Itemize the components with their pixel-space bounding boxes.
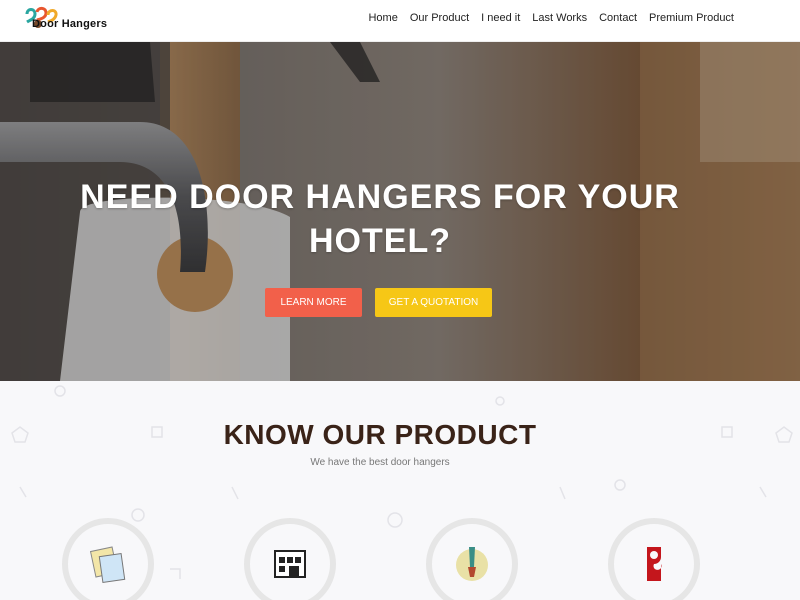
logo[interactable]: Door Hangers (24, 6, 134, 36)
nav-item-i-need-it[interactable]: I need it (481, 12, 520, 24)
main-nav: Home Our Product I need it Last Works Co… (368, 12, 734, 24)
section-subtitle: We have the best door hangers (310, 457, 450, 468)
hero-banner: NEED DOOR HANGERS FOR YOUR HOTEL? LEARN … (0, 42, 800, 381)
nav-item-premium-product[interactable]: Premium Product (649, 12, 734, 24)
product-feature-1[interactable] (62, 518, 154, 600)
know-our-product-section: KNOW OUR PRODUCT We have the best door h… (0, 381, 800, 600)
nav-item-home[interactable]: Home (368, 12, 397, 24)
blueprint-icon (274, 550, 306, 578)
hero-title: NEED DOOR HANGERS FOR YOUR HOTEL? (0, 175, 760, 263)
product-feature-4[interactable] (608, 518, 700, 600)
navbar: Door Hangers Home Our Product I need it … (0, 0, 800, 42)
door-hanger-icon (647, 547, 662, 581)
documents-icon (89, 546, 126, 583)
section-title: KNOW OUR PRODUCT (223, 419, 537, 450)
product-feature-2[interactable] (244, 518, 336, 600)
nav-item-last-works[interactable]: Last Works (532, 12, 587, 24)
nav-item-our-product[interactable]: Our Product (410, 12, 469, 24)
hero-title-line-1: NEED DOOR HANGERS FOR YOUR (80, 178, 680, 216)
get-quotation-button[interactable]: GET A QUOTATION (375, 288, 492, 317)
nav-item-contact[interactable]: Contact (599, 12, 637, 24)
learn-more-button[interactable]: LEARN MORE (265, 288, 362, 317)
logo-text: Door Hangers (32, 18, 108, 30)
product-feature-3[interactable] (426, 518, 518, 600)
paintbrush-icon (456, 547, 488, 581)
hero-title-line-2: HOTEL? (309, 222, 451, 260)
